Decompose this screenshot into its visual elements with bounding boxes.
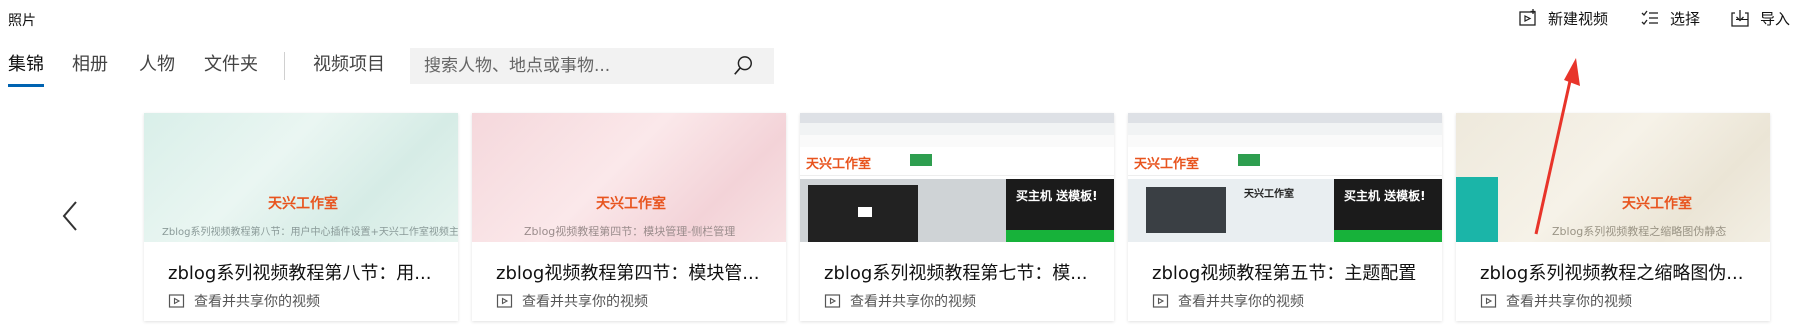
import-label: 导入 <box>1760 9 1791 28</box>
card-subtitle: 查看并共享你的视频 <box>1480 291 1632 311</box>
search-input[interactable] <box>410 48 724 84</box>
checklist-icon <box>1641 10 1658 25</box>
card-subtitle-text: 查看并共享你的视频 <box>1506 294 1632 310</box>
thumbnail-logo: 天兴工作室 <box>268 196 338 212</box>
thumbnail-logo: 天兴工作室 <box>806 157 872 172</box>
laptop-graphic <box>1146 187 1226 233</box>
card-subtitle: 查看并共享你的视频 <box>496 291 648 311</box>
card-subtitle-text: 查看并共享你的视频 <box>850 294 976 310</box>
thumbnail-watermark: Zblog系列视频教程之缩略图伪静态 <box>1552 225 1727 238</box>
tab-folders[interactable]: 文件夹 <box>204 46 258 84</box>
card-title: zblog系列视频教程第七节：模... <box>824 263 1088 284</box>
select-label: 选择 <box>1670 9 1701 28</box>
video-thumbnail: 天兴工作室 Zblog视频教程第四节：模块管理-侧栏管理 <box>472 113 786 242</box>
tab-highlights[interactable]: 集锦 <box>8 46 44 87</box>
thumbnail-ad: 买主机 送模板! <box>1016 189 1098 203</box>
video-icon <box>168 294 185 308</box>
card-subtitle: 查看并共享你的视频 <box>1152 291 1304 311</box>
tab-people[interactable]: 人物 <box>139 46 175 84</box>
video-icon <box>1152 294 1169 308</box>
card-title: zblog系列视频教程第八节：用... <box>168 263 432 284</box>
import-button[interactable]: 导入 <box>1730 0 1790 36</box>
video-thumbnail: 天兴工作室 Zblog系列视频教程第八节：用户中心插件设置+天兴工作室视频主题设… <box>144 113 458 242</box>
thumbnail-logo: 天兴工作室 <box>596 196 666 212</box>
select-button[interactable]: 选择 <box>1640 0 1700 36</box>
video-icon <box>496 294 513 308</box>
card-subtitle-text: 查看并共享你的视频 <box>522 294 648 310</box>
thumbnail-heading: 天兴工作室 <box>1244 189 1294 200</box>
video-icon <box>824 294 841 308</box>
card-subtitle-text: 查看并共享你的视频 <box>194 294 320 310</box>
thumbnail-logo: 天兴工作室 <box>1134 157 1200 172</box>
card-title: zblog视频教程第五节：主题配置 <box>1152 263 1417 284</box>
video-card[interactable]: 天兴工作室 Zblog视频教程第四节：模块管理-侧栏管理 zblog视频教程第四… <box>472 113 786 321</box>
video-thumbnail: 天兴工作室 天兴工作室 买主机 送模板! <box>1128 113 1442 242</box>
app-title: 照片 <box>8 13 36 29</box>
new-video-button[interactable]: 新建视频 <box>1518 0 1608 36</box>
thumbnail-edge-graphic <box>1456 177 1498 242</box>
new-video-label: 新建视频 <box>1548 9 1609 28</box>
tab-video-projects[interactable]: 视频项目 <box>313 46 385 84</box>
video-card[interactable]: 天兴工作室 Zblog系列视频教程之缩略图伪静态 zblog系列视频教程之缩略图… <box>1456 113 1770 321</box>
search-icon[interactable] <box>732 55 754 77</box>
video-thumbnail: 天兴工作室 Zblog系列视频教程之缩略图伪静态 <box>1456 113 1770 242</box>
thumbnail-ad: 买主机 送模板! <box>1344 189 1426 203</box>
video-card[interactable]: 天兴工作室 天兴工作室 买主机 送模板! zblog视频教程第五节：主题配置 查… <box>1128 113 1442 321</box>
card-subtitle: 查看并共享你的视频 <box>168 291 320 311</box>
tab-albums[interactable]: 相册 <box>72 46 108 84</box>
thumbnail-watermark: Zblog视频教程第四节：模块管理-侧栏管理 <box>524 225 736 238</box>
thumbnail-watermark: Zblog系列视频教程第八节：用户中心插件设置+天兴工作室视频主题设置 <box>162 227 458 238</box>
thumbnail-logo: 天兴工作室 <box>1622 196 1692 212</box>
video-thumbnail: 天兴工作室 买主机 送模板! <box>800 113 1114 242</box>
card-title: zblog系列视频教程之缩略图伪... <box>1480 263 1744 284</box>
card-title: zblog视频教程第四节：模块管... <box>496 263 760 284</box>
video-card[interactable]: 天兴工作室 Zblog系列视频教程第八节：用户中心插件设置+天兴工作室视频主题设… <box>144 113 458 321</box>
search-box <box>410 48 774 84</box>
chevron-left-icon[interactable] <box>52 196 88 236</box>
nav-divider <box>284 52 285 80</box>
card-subtitle: 查看并共享你的视频 <box>824 291 976 311</box>
video-icon <box>1480 294 1497 308</box>
import-icon <box>1731 10 1749 27</box>
new-video-icon <box>1519 9 1536 26</box>
card-subtitle-text: 查看并共享你的视频 <box>1178 294 1304 310</box>
video-card[interactable]: 天兴工作室 买主机 送模板! zblog系列视频教程第七节：模... 查看并共享… <box>800 113 1114 321</box>
